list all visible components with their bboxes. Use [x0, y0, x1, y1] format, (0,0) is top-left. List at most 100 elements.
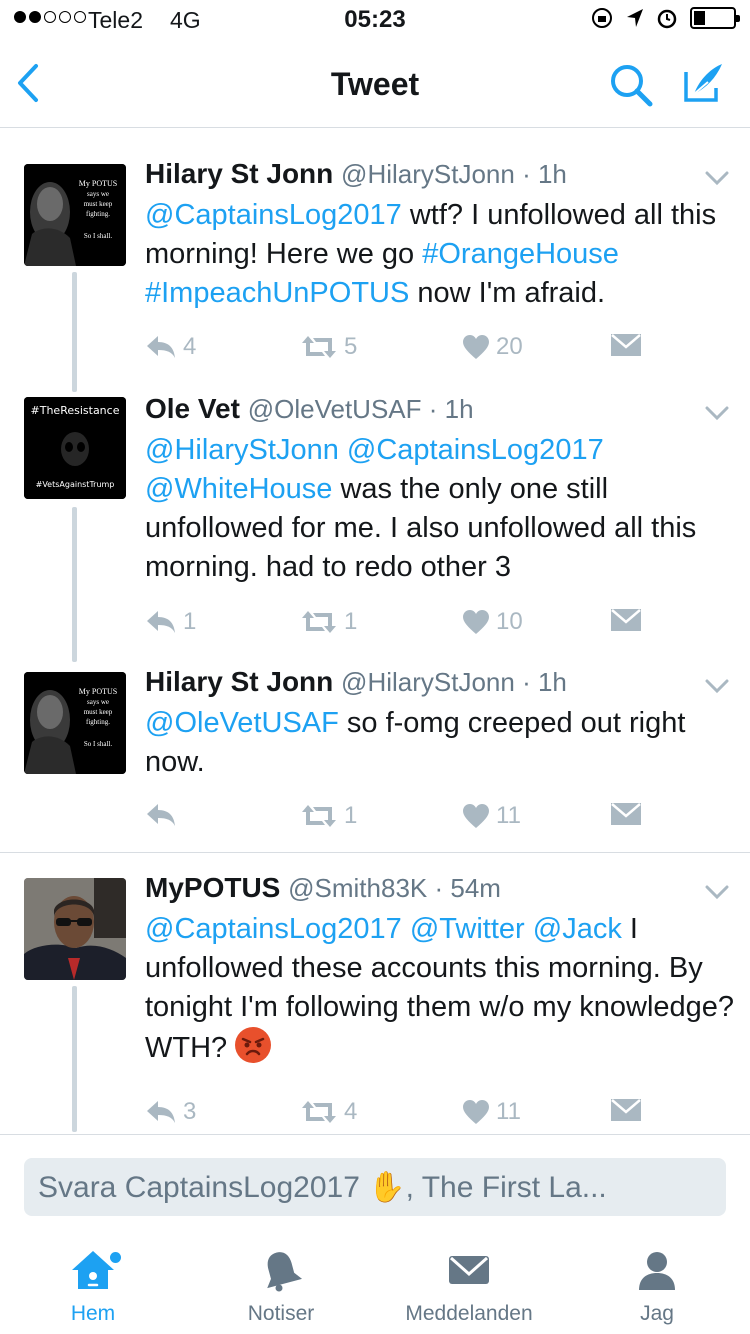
reply-icon: [147, 336, 175, 358]
avatar-image: [24, 878, 126, 980]
tab-label: Notiser: [247, 1302, 315, 1325]
username[interactable]: @HilaryStJonn: [341, 667, 515, 697]
svg-text:must keep: must keep: [84, 200, 113, 208]
location-arrow-icon: [627, 9, 643, 27]
direct-message-button[interactable]: [610, 608, 642, 632]
timestamp: 1h: [537, 667, 567, 697]
reply-input[interactable]: Svara CaptainsLog2017 ✋, The First La...: [24, 1158, 726, 1216]
heart-icon: [463, 1100, 489, 1124]
svg-text:fighting.: fighting.: [86, 210, 110, 218]
reply-button[interactable]: 3: [145, 1098, 196, 1126]
mention-link[interactable]: @OleVetUSAF: [145, 707, 339, 739]
tab-messages[interactable]: Meddelanden: [394, 1248, 544, 1326]
reply-button[interactable]: [145, 802, 183, 828]
status-bar: Tele2 4G 05:23: [0, 0, 750, 40]
timestamp: 1h: [537, 159, 567, 189]
search-icon[interactable]: [608, 62, 654, 108]
reply-button[interactable]: 1: [145, 608, 196, 636]
compose-tweet-icon[interactable]: [682, 62, 726, 104]
username[interactable]: @Smith83K: [288, 873, 427, 903]
retweet-button[interactable]: 1: [300, 608, 357, 636]
mention-link[interactable]: @WhiteHouse: [145, 473, 332, 505]
nav-bar: Tweet: [0, 40, 750, 128]
avatar[interactable]: My POTUS says we must keep fighting. So …: [24, 672, 126, 774]
retweet-button[interactable]: 1: [300, 802, 357, 830]
mention-link[interactable]: @CaptainsLog2017: [347, 434, 604, 466]
display-name[interactable]: MyPOTUS: [145, 872, 280, 903]
chevron-down-icon[interactable]: [705, 678, 729, 694]
hashtag-link[interactable]: #OrangeHouse: [422, 238, 619, 270]
divider: [0, 852, 750, 853]
retweet-count: 1: [344, 608, 358, 635]
like-button[interactable]: 11: [462, 802, 521, 830]
notification-dot: [110, 1252, 121, 1263]
angry-face-emoji-icon: [235, 1027, 272, 1063]
like-count: 11: [496, 802, 521, 829]
direct-message-button[interactable]: [610, 333, 642, 357]
mention-link[interactable]: @CaptainsLog2017: [145, 199, 402, 231]
reply-icon: [147, 1101, 175, 1123]
retweet-icon: [302, 611, 336, 633]
heart-icon: [463, 610, 489, 634]
tweet-header: Hilary St Jonn @HilaryStJonn · 1h: [145, 666, 567, 697]
heart-icon: [463, 335, 489, 359]
retweet-button[interactable]: 4: [300, 1098, 357, 1126]
tweet-text-segment: now I'm afraid.: [409, 277, 606, 309]
like-button[interactable]: 11: [462, 1098, 521, 1126]
display-name[interactable]: Hilary St Jonn: [145, 666, 333, 697]
chevron-down-icon[interactable]: [705, 405, 729, 421]
envelope-icon: [449, 1256, 489, 1284]
tab-notifications[interactable]: Notiser: [206, 1248, 356, 1326]
battery-icon: [690, 7, 740, 29]
tab-home[interactable]: Hem: [18, 1248, 168, 1326]
reply-icon: [147, 611, 175, 633]
retweet-icon: [302, 1101, 336, 1123]
bell-icon: [267, 1252, 303, 1292]
retweet-icon: [302, 336, 336, 358]
display-name[interactable]: Ole Vet: [145, 393, 240, 424]
tab-bar: Hem Notiser Meddelanden Jag: [0, 1236, 750, 1334]
direct-message-button[interactable]: [610, 1098, 642, 1122]
retweet-icon: [302, 805, 336, 827]
svg-text:So I shall.: So I shall.: [84, 740, 112, 748]
username[interactable]: @OleVetUSAF: [248, 394, 422, 424]
envelope-icon: [611, 803, 641, 825]
chevron-down-icon[interactable]: [705, 884, 729, 900]
reply-count: 1: [183, 608, 197, 635]
reply-count: 3: [183, 1098, 197, 1125]
tab-me[interactable]: Jag: [582, 1248, 732, 1326]
tab-label: Jag: [640, 1302, 674, 1325]
thread-line: [72, 272, 77, 392]
hashtag-link[interactable]: #ImpeachUnPOTUS: [145, 277, 409, 309]
tweet-header: MyPOTUS @Smith83K · 54m: [145, 872, 501, 903]
avatar-image: #TheResistance #VetsAgainstTrump: [24, 397, 126, 499]
timestamp: 1h: [444, 394, 474, 424]
retweet-count: 4: [344, 1098, 358, 1125]
svg-text:must keep: must keep: [84, 708, 113, 716]
tweet-text: @CaptainsLog2017 wtf? I unfollowed all t…: [145, 196, 735, 313]
username[interactable]: @HilaryStJonn: [341, 159, 515, 189]
tweet[interactable]: MyPOTUS @Smith83K · 54m @CaptainsLog2017…: [0, 872, 750, 1132]
display-name[interactable]: Hilary St Jonn: [145, 158, 333, 189]
tweet-header: Ole Vet @OleVetUSAF · 1h: [145, 393, 474, 424]
direct-message-button[interactable]: [610, 802, 642, 826]
like-button[interactable]: 20: [462, 333, 523, 361]
tweet[interactable]: My POTUS says we must keep fighting. So …: [0, 666, 750, 852]
svg-text:says we: says we: [87, 190, 109, 198]
divider: [0, 1134, 750, 1135]
mention-link[interactable]: @HilaryStJonn: [145, 434, 339, 466]
tweet-header: Hilary St Jonn @HilaryStJonn · 1h: [145, 158, 567, 189]
avatar[interactable]: #TheResistance #VetsAgainstTrump: [24, 397, 126, 499]
tweet[interactable]: #TheResistance #VetsAgainstTrump Ole Vet…: [0, 393, 750, 663]
avatar[interactable]: My POTUS says we must keep fighting. So …: [24, 164, 126, 266]
retweet-button[interactable]: 5: [300, 333, 357, 361]
avatar[interactable]: [24, 878, 126, 980]
tweet[interactable]: My POTUS says we must keep fighting. So …: [0, 158, 750, 393]
mention-link[interactable]: @Twitter: [410, 913, 525, 945]
mention-link[interactable]: @Jack: [533, 913, 622, 945]
svg-text:#TheResistance: #TheResistance: [31, 404, 120, 417]
chevron-down-icon[interactable]: [705, 170, 729, 186]
reply-button[interactable]: 4: [145, 333, 196, 361]
like-button[interactable]: 10: [462, 608, 523, 636]
mention-link[interactable]: @CaptainsLog2017: [145, 913, 402, 945]
